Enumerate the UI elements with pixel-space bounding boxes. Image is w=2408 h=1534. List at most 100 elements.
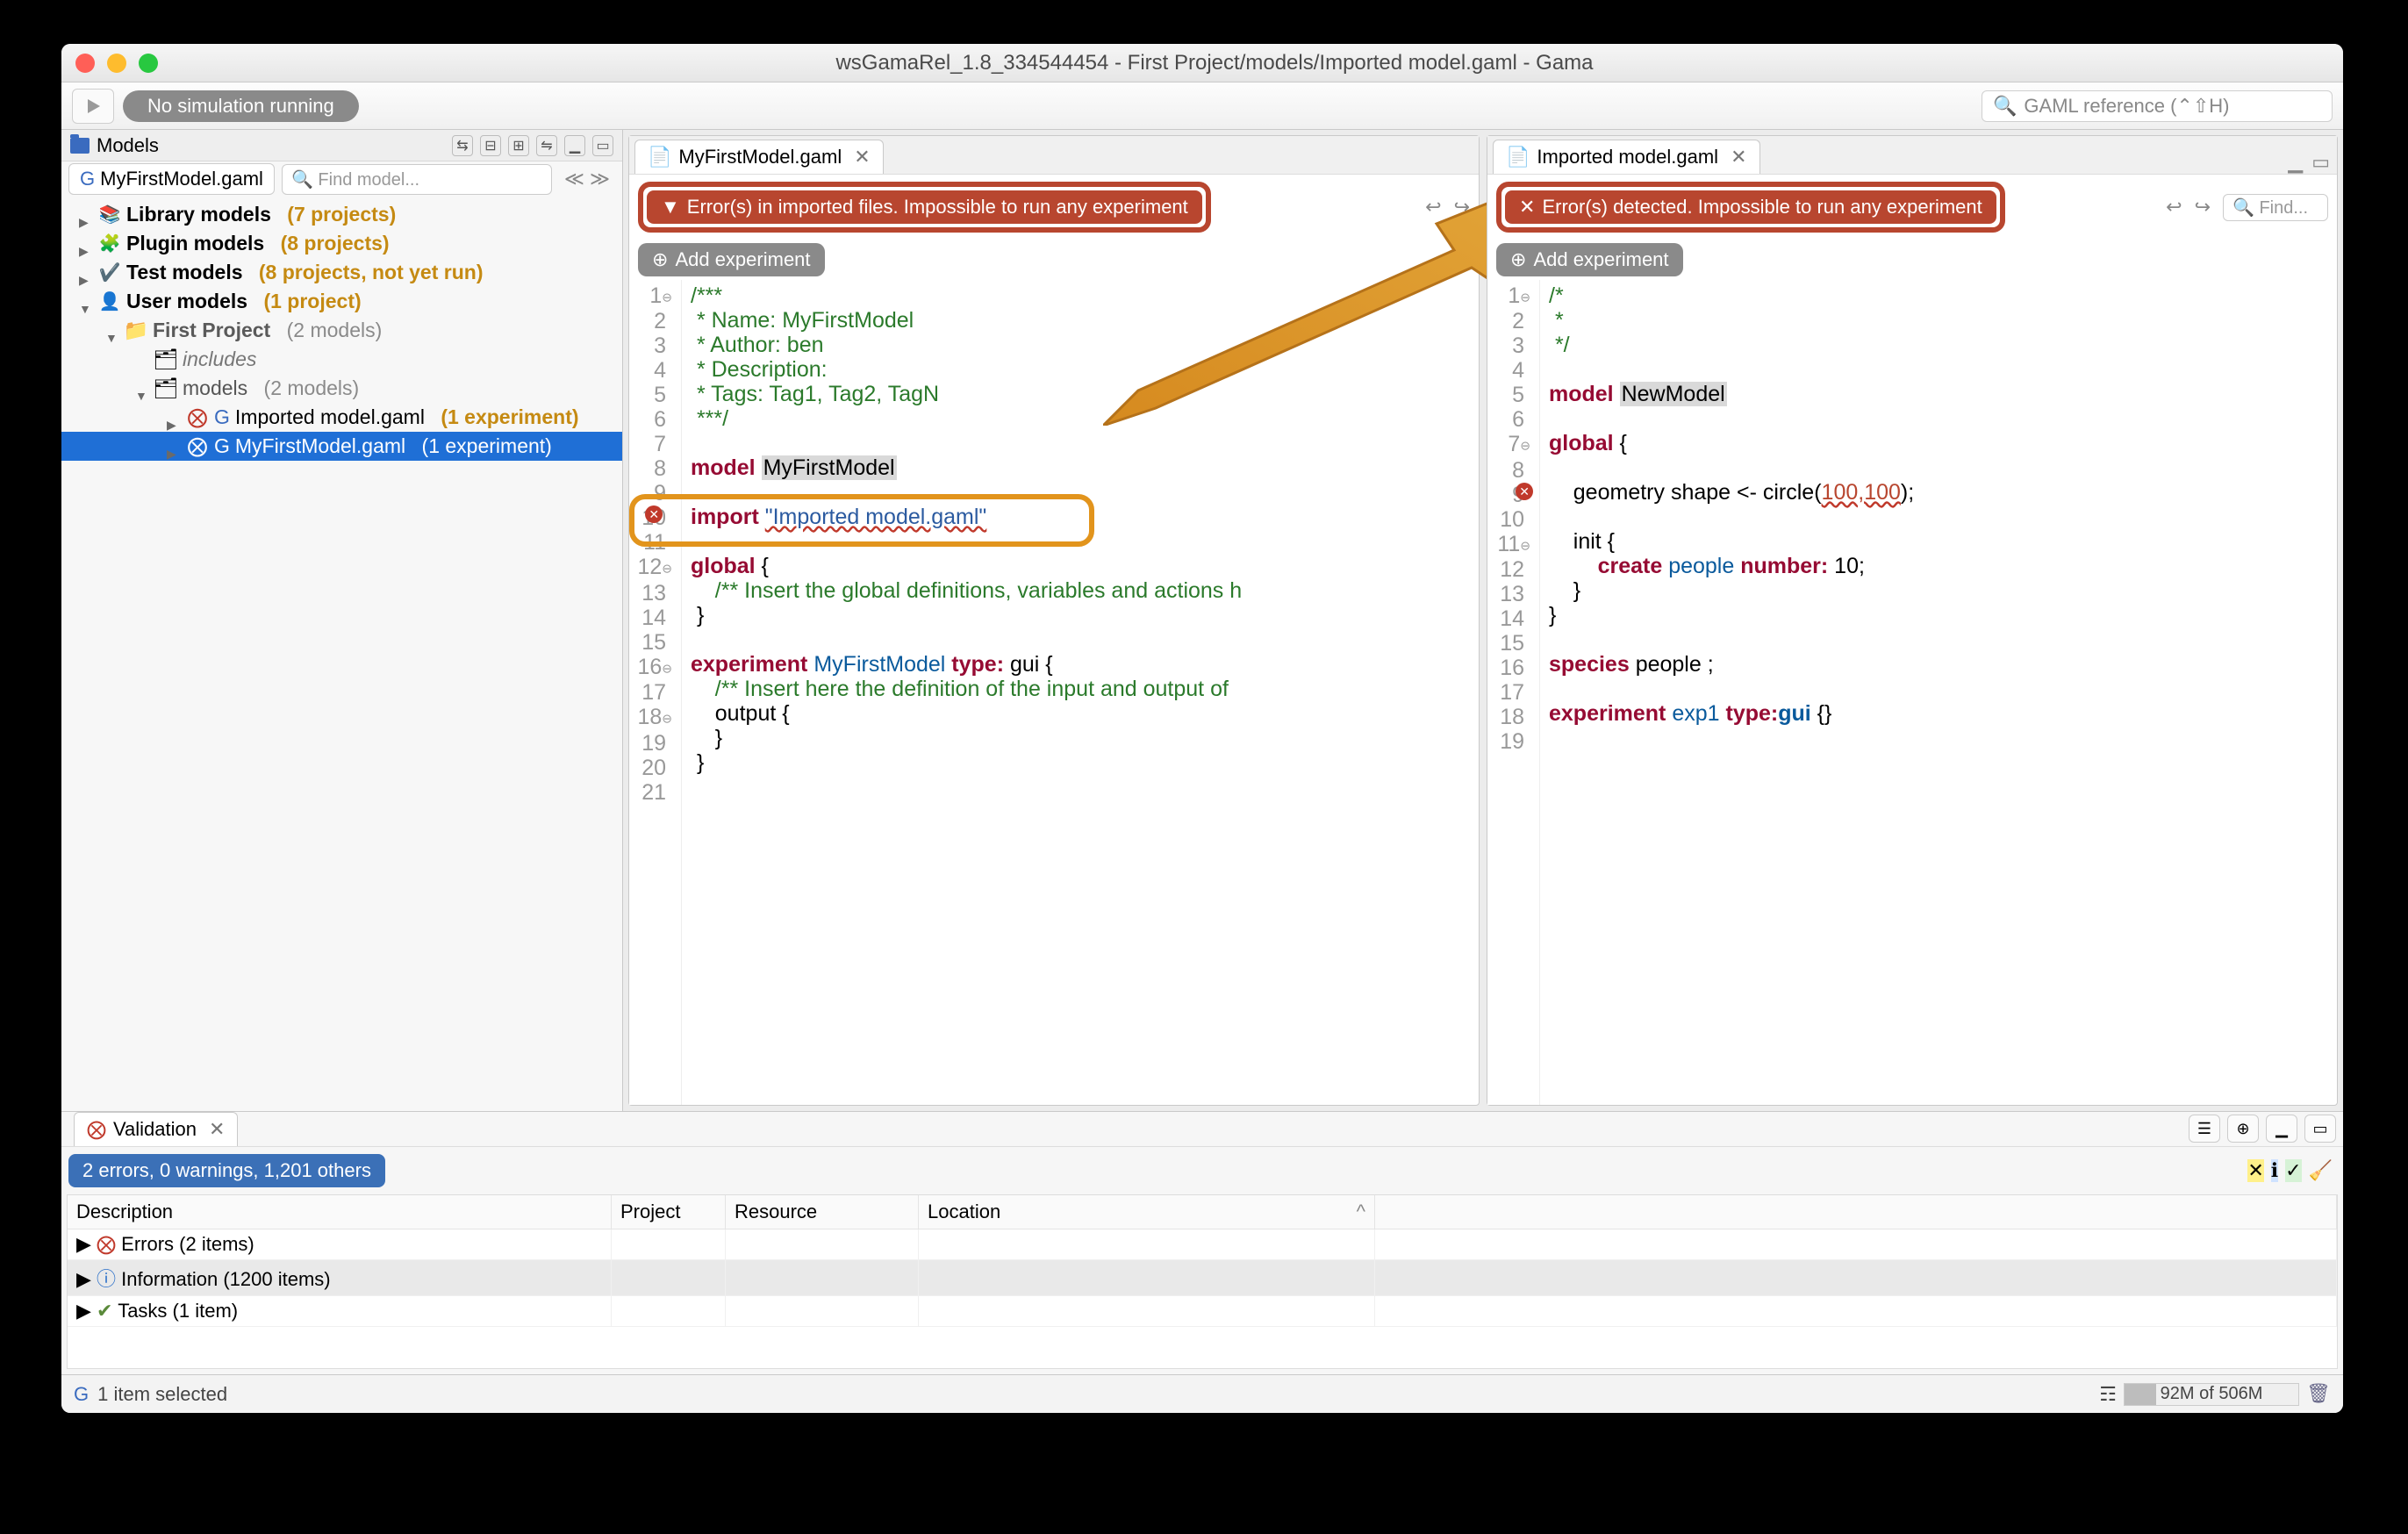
line-gutter: 1⊖2 3 4 5 6 7⊖8 ✕9 10 11⊖12 13 14 15 16 … bbox=[1487, 280, 1540, 1105]
window-close-button[interactable] bbox=[75, 54, 95, 73]
editor-tabbar: 📄 Imported model.gaml ✕ ▁ ▭ bbox=[1487, 136, 2337, 175]
tree-item-user[interactable]: 👤 User models (1 project) bbox=[61, 287, 622, 316]
library-icon: 📚 bbox=[98, 205, 121, 225]
collapse-icon[interactable]: ⊟ bbox=[480, 135, 501, 156]
breadcrumb[interactable]: G MyFirstModel.gaml bbox=[68, 163, 275, 195]
project-icon: 📁 bbox=[125, 321, 147, 340]
tasks-toggle-button[interactable]: ✓ bbox=[2285, 1159, 2301, 1182]
nav-fwd-icon[interactable]: ↪︎ bbox=[2195, 196, 2211, 219]
col-project[interactable]: Project bbox=[612, 1195, 726, 1229]
plus-icon: ⊕ bbox=[652, 248, 668, 271]
error-banner-row: ✕ Error(s) detected. Impossible to run a… bbox=[1487, 175, 2337, 240]
nav-back-icon[interactable]: ↩︎ bbox=[1425, 196, 1441, 219]
run-button[interactable] bbox=[72, 89, 114, 124]
collapse-icon[interactable] bbox=[79, 295, 93, 309]
minimize-panel-icon[interactable]: ▁ bbox=[564, 135, 585, 156]
error-icon: ⨂ bbox=[186, 408, 209, 427]
tree-item-models-folder[interactable]: 🗂 models (2 models) bbox=[61, 374, 622, 403]
code-editor[interactable]: 1⊖2 3 4 5 6 7 8 9 ✕10 11 12⊖13 14 15 16⊖… bbox=[629, 280, 1479, 1105]
test-icon: ✔️ bbox=[98, 263, 121, 283]
table-row[interactable]: ▶ ⨂ Errors (2 items) bbox=[68, 1229, 2337, 1260]
close-tab-icon[interactable]: ✕ bbox=[854, 146, 870, 168]
minimize-icon[interactable]: ▁ bbox=[2266, 1115, 2297, 1143]
clear-button[interactable]: 🧹 bbox=[2309, 1159, 2333, 1182]
user-icon: 👤 bbox=[98, 292, 121, 312]
add-experiment-row: ⊕ Add experiment bbox=[1487, 240, 2337, 280]
col-resource[interactable]: Resource bbox=[726, 1195, 919, 1229]
tree-item-library[interactable]: 📚 Library models (7 projects) bbox=[61, 200, 622, 229]
error-banner[interactable]: ▼ Error(s) in imported files. Impossible… bbox=[647, 190, 1202, 224]
panel-toolbar-icons: ⇆ ⊟ ⊞ ⇋ ▁ ▭ bbox=[452, 135, 613, 156]
error-banner-highlight: ▼ Error(s) in imported files. Impossible… bbox=[638, 182, 1211, 233]
models-panel-header: Models ⇆ ⊟ ⊞ ⇋ ▁ ▭ bbox=[61, 130, 622, 161]
line-gutter: 1⊖2 3 4 5 6 7 8 9 ✕10 11 12⊖13 14 15 16⊖… bbox=[629, 280, 682, 1105]
link-icon[interactable]: ⇋ bbox=[536, 135, 557, 156]
validation-table[interactable]: Description Project Resource Location ^ … bbox=[67, 1194, 2338, 1369]
memory-bar: 92M of 506M bbox=[2124, 1383, 2299, 1406]
warnings-toggle-button[interactable]: ✕ bbox=[2247, 1159, 2263, 1182]
tree-item-includes[interactable]: 🗂 includes bbox=[61, 345, 622, 374]
close-tab-icon[interactable]: ✕ bbox=[1731, 146, 1746, 168]
col-location[interactable]: Location ^ bbox=[919, 1195, 1375, 1229]
tree-item-imported-model[interactable]: ⨂ G Imported model.gaml (1 experiment) bbox=[61, 403, 622, 432]
code-content[interactable]: /*** * Name: MyFirstModel * Author: ben … bbox=[682, 280, 1479, 1105]
search-placeholder: GAML reference (⌃⇧H) bbox=[2024, 95, 2229, 118]
window-title: wsGamaRel_1.8_334544454 - First Project/… bbox=[100, 51, 2329, 75]
expand-icon[interactable] bbox=[167, 411, 181, 425]
tree-item-test[interactable]: ✔️ Test models (8 projects, not yet run) bbox=[61, 258, 622, 287]
nav-arrows[interactable]: ≪ ≫ bbox=[559, 168, 615, 190]
expand-icon[interactable] bbox=[79, 266, 93, 280]
close-tab-icon[interactable]: ✕ bbox=[209, 1118, 225, 1141]
info-icon: ⓘ bbox=[97, 1268, 116, 1290]
expand-icon[interactable] bbox=[167, 440, 181, 454]
find-model-input[interactable]: 🔍 Find model... bbox=[282, 164, 552, 195]
info-toggle-button[interactable]: ℹ bbox=[2271, 1159, 2278, 1182]
tree-item-first-project[interactable]: 📁 First Project (2 models) bbox=[61, 316, 622, 345]
error-banner[interactable]: ✕ Error(s) detected. Impossible to run a… bbox=[1505, 190, 1996, 224]
add-experiment-button[interactable]: ⊕ Add experiment bbox=[638, 243, 825, 276]
folder-icon bbox=[70, 138, 90, 154]
maximize-editor-icon[interactable]: ▭ bbox=[2311, 151, 2330, 174]
memory-icon: ☶ bbox=[2099, 1383, 2117, 1406]
collapse-icon[interactable] bbox=[135, 382, 149, 396]
editor-imported-model: 📄 Imported model.gaml ✕ ▁ ▭ ✕ Error(s) d… bbox=[1487, 135, 2338, 1106]
expand-icon[interactable] bbox=[79, 237, 93, 251]
main-toolbar: No simulation running 🔍 GAML reference (… bbox=[61, 82, 2343, 130]
col-description[interactable]: Description bbox=[68, 1195, 612, 1229]
toggle-icon[interactable]: ⇆ bbox=[452, 135, 473, 156]
minimize-editor-icon[interactable]: ▁ bbox=[2288, 151, 2303, 174]
gc-trash-icon[interactable]: 🗑 bbox=[2306, 1382, 2331, 1407]
expand-icon[interactable] bbox=[79, 208, 93, 222]
add-experiment-button[interactable]: ⊕ Add experiment bbox=[1496, 243, 1683, 276]
editor-tab-imported[interactable]: 📄 Imported model.gaml ✕ bbox=[1493, 140, 1760, 174]
error-icon: ⨂ bbox=[97, 1233, 116, 1255]
menu-icon[interactable]: ▭ bbox=[592, 135, 613, 156]
tree-item-plugin[interactable]: 🧩 Plugin models (8 projects) bbox=[61, 229, 622, 258]
validation-tab[interactable]: ⨂ Validation ✕ bbox=[74, 1112, 238, 1146]
tree-item-myfirstmodel[interactable]: ⨂ G MyFirstModel.gaml (1 experiment) bbox=[61, 432, 622, 461]
filter-icon[interactable]: ☰ bbox=[2189, 1115, 2220, 1143]
nav-back-icon[interactable]: ↩︎ bbox=[2166, 196, 2182, 219]
gaml-reference-search[interactable]: 🔍 GAML reference (⌃⇧H) bbox=[1982, 90, 2333, 122]
expand-icon[interactable]: ⊞ bbox=[508, 135, 529, 156]
table-row[interactable]: ▶ ⓘ Information (1200 items) bbox=[68, 1260, 2337, 1296]
nav-fwd-icon[interactable]: ↪︎ bbox=[1454, 196, 1470, 219]
editor-myfirstmodel: 📄 MyFirstModel.gaml ✕ ▼ Error(s) in impo… bbox=[628, 135, 1480, 1106]
code-editor[interactable]: 1⊖2 3 4 5 6 7⊖8 ✕9 10 11⊖12 13 14 15 16 … bbox=[1487, 280, 2337, 1105]
focus-icon[interactable]: ⊕ bbox=[2227, 1115, 2259, 1143]
plus-icon: ⊕ bbox=[1510, 248, 1526, 271]
error-marker-icon[interactable]: ✕ bbox=[645, 505, 663, 523]
status-text: 1 item selected bbox=[97, 1383, 227, 1406]
folder-icon: 🗂 bbox=[154, 350, 177, 369]
collapse-icon[interactable] bbox=[105, 324, 119, 338]
gaml-file-icon: G bbox=[74, 1383, 89, 1406]
memory-indicator[interactable]: ☶ 92M of 506M 🗑 bbox=[2099, 1382, 2331, 1407]
code-content[interactable]: /* * */ model NewModel global { geometry… bbox=[1540, 280, 2337, 1105]
editor-tab-myfirstmodel[interactable]: 📄 MyFirstModel.gaml ✕ bbox=[634, 140, 884, 174]
table-row[interactable]: ▶ ✔ Tasks (1 item) bbox=[68, 1296, 2337, 1327]
models-filter-row: G MyFirstModel.gaml 🔍 Find model... ≪ ≫ bbox=[61, 161, 622, 197]
maximize-icon[interactable]: ▭ bbox=[2304, 1115, 2336, 1143]
error-icon: ⨂ bbox=[186, 437, 209, 456]
find-input[interactable]: 🔍 Find... bbox=[2223, 194, 2328, 221]
error-marker-icon[interactable]: ✕ bbox=[1516, 483, 1533, 500]
